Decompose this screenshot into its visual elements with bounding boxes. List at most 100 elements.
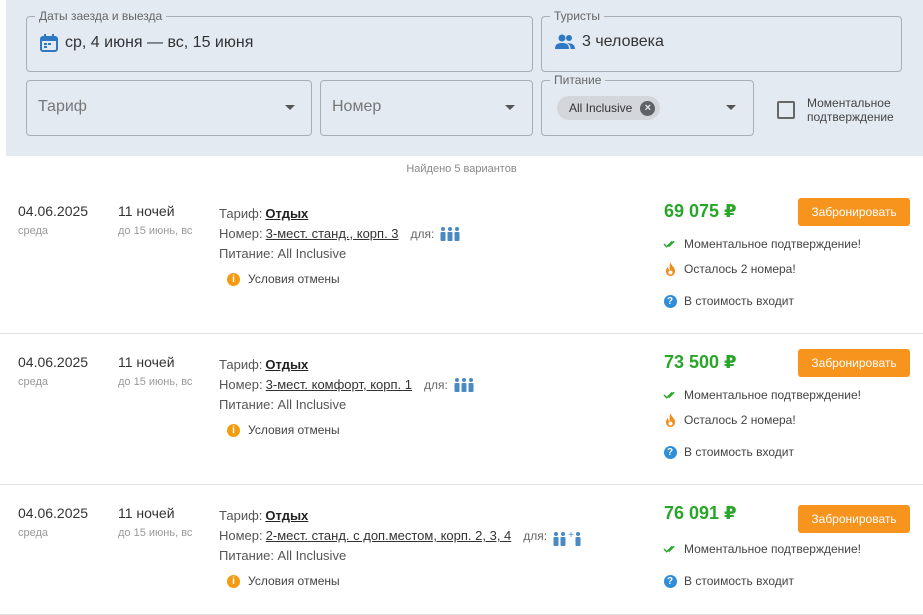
guests-icon	[454, 378, 475, 392]
double-check-icon	[663, 390, 677, 400]
result-row: 04.06.2025 среда 11 ночей до 15 июнь, вс…	[0, 486, 923, 615]
room-link[interactable]: 3-мест. комфорт, корп. 1	[266, 375, 412, 395]
tariff-link[interactable]: Отдых	[265, 506, 308, 526]
chevron-down-icon	[726, 105, 736, 110]
included-feature[interactable]: ? В стоимость входит	[663, 445, 794, 459]
search-filters-panel: Даты заезда и выезда ср, 4 июня — вс, 15…	[6, 0, 923, 156]
cancellation-label: Условия отмены	[248, 574, 340, 588]
double-check-icon	[663, 239, 677, 249]
info-icon: i	[227, 423, 240, 437]
meal-chip: All Inclusive ×	[557, 96, 661, 120]
instant-confirmation-checkbox[interactable]	[777, 101, 795, 119]
checkout-date: до 15 июнь, вс	[118, 225, 193, 237]
rooms-left-feature: Осталось 2 номера!	[663, 413, 796, 427]
rooms-left-text: Осталось 2 номера!	[684, 413, 796, 427]
calendar-icon	[40, 34, 58, 52]
checkin-weekday: среда	[18, 225, 49, 237]
nights-count: 11 ночей	[118, 354, 175, 370]
chevron-down-icon	[285, 105, 295, 110]
checkin-weekday: среда	[18, 527, 49, 539]
room-select[interactable]: Номер	[320, 80, 533, 136]
checkout-date: до 15 июнь, вс	[118, 376, 193, 388]
checkin-date: 04.06.2025	[18, 354, 89, 370]
cancellation-label: Условия отмены	[248, 272, 340, 286]
tariff-label: Тариф:	[219, 357, 263, 372]
room-label: Номер:	[219, 377, 263, 392]
for-label: для:	[410, 227, 435, 241]
checkout-date: до 15 июнь, вс	[118, 527, 193, 539]
price: 69 075 ₽	[664, 201, 737, 221]
instant-confirmation-toggle[interactable]: Моментальное подтверждение	[777, 96, 917, 124]
guests-icon: +	[553, 526, 582, 546]
book-button[interactable]: Забронировать	[798, 349, 910, 377]
checkin-weekday: среда	[18, 376, 49, 388]
help-icon: ?	[663, 294, 677, 308]
results-count: Найдено 5 вариантов	[406, 163, 517, 175]
meal-field-label: Питание	[550, 73, 606, 87]
dates-field[interactable]: Даты заезда и выезда ср, 4 июня — вс, 15…	[26, 9, 533, 72]
tariff-label: Тариф:	[219, 206, 263, 221]
tariff-select[interactable]: Тариф	[26, 80, 312, 136]
offer-info: Тариф: Отдых Номер: 3-мест. станд., корп…	[219, 204, 461, 264]
included-text: В стоимость входит	[684, 445, 794, 459]
room-link[interactable]: 2-мест. станд. с доп.местом, корп. 2, 3,…	[266, 526, 512, 546]
result-row: 04.06.2025 среда 11 ночей до 15 июнь, вс…	[0, 184, 923, 334]
info-icon: i	[227, 272, 240, 286]
meal-info: Питание: All Inclusive	[219, 246, 347, 261]
instant-confirmation-text: Моментальное подтверждение!	[684, 237, 861, 251]
double-check-icon	[663, 544, 677, 554]
chevron-down-icon	[505, 105, 515, 110]
dates-field-label: Даты заезда и выезда	[35, 9, 167, 23]
for-label: для:	[424, 378, 448, 392]
checkin-date: 04.06.2025	[18, 505, 89, 521]
included-text: В стоимость входит	[684, 574, 794, 588]
help-icon: ?	[663, 445, 677, 459]
rooms-left-text: Осталось 2 номера!	[684, 262, 796, 276]
instant-confirmation-text: Моментальное подтверждение!	[684, 388, 861, 402]
room-label: Номер:	[219, 226, 263, 241]
tourists-field-label: Туристы	[550, 9, 605, 23]
rooms-left-feature: Осталось 2 номера!	[663, 262, 796, 276]
tariff-link[interactable]: Отдых	[265, 204, 308, 224]
fire-icon	[663, 413, 677, 427]
instant-confirmation-text: Моментальное подтверждение!	[684, 542, 861, 556]
instant-confirmation-feature: Моментальное подтверждение!	[663, 388, 861, 402]
included-feature[interactable]: ? В стоимость входит	[663, 294, 794, 308]
room-link[interactable]: 3-мест. станд., корп. 3	[266, 224, 399, 244]
dates-value: ср, 4 июня — вс, 15 июня	[65, 34, 254, 51]
help-icon: ?	[663, 574, 677, 588]
checkin-date: 04.06.2025	[18, 203, 89, 219]
cancellation-terms[interactable]: i Условия отмены	[227, 423, 340, 437]
instant-confirmation-feature: Моментальное подтверждение!	[663, 542, 861, 556]
info-icon: i	[227, 574, 240, 588]
cancellation-terms[interactable]: i Условия отмены	[227, 272, 340, 286]
included-text: В стоимость входит	[684, 294, 794, 308]
included-feature[interactable]: ? В стоимость входит	[663, 574, 794, 588]
cancellation-terms[interactable]: i Условия отмены	[227, 574, 340, 588]
instant-confirmation-label: Моментальное подтверждение	[807, 96, 894, 124]
room-label: Номер:	[219, 528, 263, 543]
nights-count: 11 ночей	[118, 505, 175, 521]
room-placeholder: Номер	[332, 98, 382, 115]
people-icon	[555, 34, 575, 49]
tariff-link[interactable]: Отдых	[265, 355, 308, 375]
offer-info: Тариф: Отдых Номер: 3-мест. комфорт, кор…	[219, 355, 475, 415]
fire-icon	[663, 262, 677, 276]
for-label: для:	[523, 529, 548, 543]
result-row: 04.06.2025 среда 11 ночей до 15 июнь, вс…	[0, 335, 923, 485]
book-button[interactable]: Забронировать	[798, 505, 910, 533]
remove-chip-icon[interactable]: ×	[640, 100, 656, 116]
book-button[interactable]: Забронировать	[798, 198, 910, 226]
tariff-placeholder: Тариф	[38, 98, 87, 115]
tourists-value: 3 человека	[582, 33, 664, 50]
price: 76 091 ₽	[664, 503, 737, 523]
tourists-field[interactable]: Туристы 3 человека	[541, 9, 902, 72]
tariff-label: Тариф:	[219, 508, 263, 523]
meal-info: Питание: All Inclusive	[219, 548, 347, 563]
instant-confirmation-feature: Моментальное подтверждение!	[663, 237, 861, 251]
meal-chip-label: All Inclusive	[569, 101, 633, 115]
meal-select[interactable]: Питание All Inclusive ×	[541, 73, 754, 136]
meal-info: Питание: All Inclusive	[219, 397, 347, 412]
guests-icon	[440, 227, 461, 241]
price: 73 500 ₽	[664, 352, 737, 372]
